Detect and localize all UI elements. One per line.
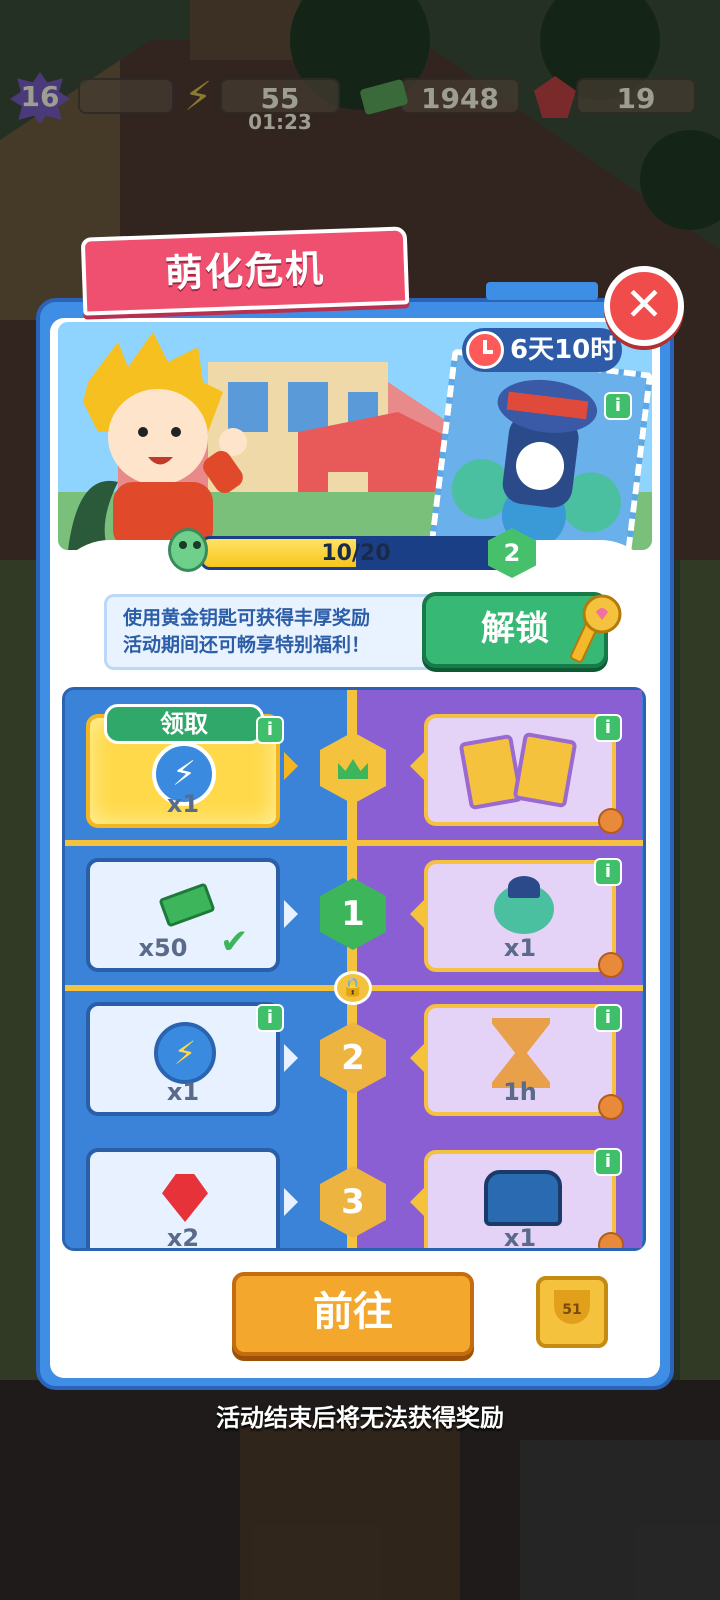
- close-button[interactable]: ✕: [604, 266, 684, 346]
- trophy-count: 51: [562, 1302, 582, 1318]
- close-icon: ✕: [624, 277, 664, 331]
- go-button[interactable]: 前往: [232, 1272, 474, 1356]
- reward-row: x2 3 x1 i: [0, 0, 720, 1248]
- lock-icon: [598, 1232, 624, 1248]
- treasure-chest-icon: [484, 1170, 562, 1226]
- card-pointer: [284, 1188, 298, 1216]
- card-pointer: [410, 1188, 424, 1216]
- premium-reward-quantity: x1: [503, 1224, 537, 1248]
- free-reward-card[interactable]: x2: [86, 1148, 280, 1248]
- free-reward-quantity: x2: [166, 1224, 200, 1248]
- trophy-button[interactable]: 51: [536, 1276, 608, 1348]
- ruby-icon: [162, 1174, 208, 1222]
- premium-reward-card[interactable]: x1: [424, 1150, 616, 1248]
- tier-badge: 3: [320, 1166, 386, 1238]
- premium-info-icon[interactable]: i: [594, 1148, 622, 1176]
- footer-notice: 活动结束后将无法获得奖励: [216, 1404, 504, 1432]
